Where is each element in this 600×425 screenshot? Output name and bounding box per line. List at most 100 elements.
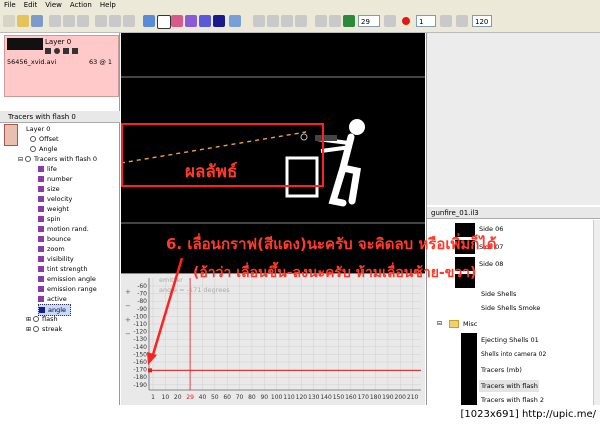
speed-input[interactable]: 1 <box>416 15 436 27</box>
menu-view[interactable]: View <box>41 0 66 11</box>
angle-keyframe <box>148 368 152 373</box>
tree-item-flash[interactable]: ⊞ flash <box>26 314 58 324</box>
property-icon <box>38 196 44 202</box>
library-item-tracers-with-flash[interactable]: Tracers with flash <box>479 380 539 392</box>
grid-icon[interactable] <box>213 15 225 27</box>
new-icon[interactable] <box>3 15 15 27</box>
graph-y-tick: -90 <box>137 306 147 313</box>
layer-camera-icon[interactable] <box>72 48 78 54</box>
angle-icon <box>30 146 36 152</box>
tree-item-active[interactable]: active <box>38 294 67 304</box>
property-icon <box>38 296 44 302</box>
zoom-in-icon[interactable] <box>253 15 265 27</box>
property-icon <box>38 166 44 172</box>
property-icon <box>38 266 44 272</box>
tree-item-visibility[interactable]: visibility <box>38 254 74 264</box>
tree-item-motion-rand[interactable]: motion rand. <box>38 224 89 234</box>
library-item-ejecting-shells[interactable]: Ejecting Shells 01 <box>481 336 539 344</box>
graph-zoom-icon: + <box>125 288 131 296</box>
collapse-misc-icon[interactable]: ⊟ <box>437 320 442 327</box>
record-icon[interactable] <box>402 17 410 25</box>
library-scrollbar[interactable] <box>593 220 600 405</box>
graph-x-tick: 100 <box>271 394 283 401</box>
play-icon[interactable] <box>343 15 355 27</box>
tree-item-weight[interactable]: weight <box>38 204 69 214</box>
save-icon[interactable] <box>31 15 43 27</box>
graph-y-tick: -70 <box>137 291 147 298</box>
pen-tool-icon[interactable] <box>143 15 155 27</box>
tree-item-velocity[interactable]: velocity <box>38 194 72 204</box>
rewind-icon[interactable] <box>315 15 327 27</box>
open-icon[interactable] <box>17 15 29 27</box>
library-item-tracers-mb[interactable]: Tracers (mb) <box>481 366 522 374</box>
tree-item-tint-strength[interactable]: tint strength <box>38 264 87 274</box>
graph-x-tick: 29 <box>186 394 194 401</box>
library-item-side-08[interactable]: Side 08 <box>479 260 503 268</box>
graph-x-tick: 20 <box>174 394 182 401</box>
tree-item-angle[interactable]: Angle <box>30 144 58 154</box>
fit-icon[interactable] <box>281 15 293 27</box>
layer-header[interactable]: Layer 0 56456_xvid.avi 63 @ 1 <box>4 35 119 97</box>
expand-icon[interactable]: ⊞ <box>26 316 31 323</box>
layer-lock-icon[interactable] <box>63 48 69 54</box>
layer-tool-icon[interactable] <box>199 15 211 27</box>
zoom-out-icon[interactable] <box>267 15 279 27</box>
cut-icon[interactable] <box>49 15 61 27</box>
undo-icon[interactable] <box>109 15 121 27</box>
graph-x-tick: 50 <box>211 394 219 401</box>
property-icon <box>38 176 44 182</box>
move-icon[interactable] <box>229 15 241 27</box>
delete-icon[interactable] <box>95 15 107 27</box>
tree-item-size[interactable]: size <box>38 184 60 194</box>
property-icon <box>38 216 44 222</box>
graph-x-tick: 140 <box>320 394 332 401</box>
select-tool-icon[interactable] <box>157 15 171 29</box>
graph-x-tick: 60 <box>223 394 231 401</box>
shape-tool-icon[interactable] <box>185 15 197 27</box>
graph-x-tick: 120 <box>296 394 308 401</box>
tree-item-layer[interactable]: Layer 0 <box>26 124 50 134</box>
speed-stepper-icon[interactable] <box>440 15 452 27</box>
layer-thumbnail <box>7 38 43 50</box>
frame-stepper-icon[interactable] <box>384 15 396 27</box>
expand-icon[interactable]: ⊞ <box>26 326 31 333</box>
emitter-node-icon <box>25 156 32 162</box>
menu-action[interactable]: Action <box>66 0 96 11</box>
tree-item-bounce[interactable]: bounce <box>38 234 71 244</box>
menu-help[interactable]: Help <box>96 0 120 11</box>
library-title: gunfire_01.il3 <box>427 207 600 219</box>
library-item-shells-into-camera[interactable]: Shells into camera 02 <box>481 351 546 358</box>
copy-icon[interactable] <box>63 15 75 27</box>
tree-item-emission-angle[interactable]: emission angle <box>38 274 96 284</box>
view-icon[interactable] <box>295 15 307 27</box>
stop-icon[interactable] <box>329 15 341 27</box>
fps-input[interactable]: 120 <box>472 15 492 27</box>
graph-editor[interactable]: -60 -70 -80 -90 -100 -110 -120 -130 -140 -150 -160… <box>121 273 425 405</box>
library-item-tracers-with-flash-2[interactable]: Tracers with flash 2 <box>481 396 544 404</box>
tree-item-zoom[interactable]: zoom <box>38 244 65 254</box>
redo-icon[interactable] <box>123 15 135 27</box>
layer-visibility-icon[interactable] <box>54 48 60 54</box>
library-folder-misc[interactable]: Misc <box>463 320 477 328</box>
collapse-icon[interactable]: ⊟ <box>18 156 23 163</box>
library-item-side-shells-smoke[interactable]: Side Shells Smoke <box>481 304 540 312</box>
menu-file[interactable]: File <box>0 0 20 11</box>
tree-item-life[interactable]: life <box>38 164 57 174</box>
library-item-side-shells[interactable]: Side Shells <box>481 290 516 298</box>
layer-icons <box>45 48 115 56</box>
folder-icon <box>449 320 459 328</box>
tree-item-emission-range[interactable]: emission range <box>38 284 97 294</box>
tree-item-number[interactable]: number <box>38 174 72 184</box>
paste-icon[interactable] <box>77 15 89 27</box>
layer-flag-icon[interactable] <box>45 48 51 54</box>
graph-x-tick: 40 <box>199 394 207 401</box>
tree-item-streak[interactable]: ⊞ streak <box>26 324 62 334</box>
frame-input[interactable]: 29 <box>358 15 380 27</box>
tree-item-spin[interactable]: spin <box>38 214 60 224</box>
graph-y-tick: -130 <box>133 336 147 343</box>
tree-item-offset[interactable]: Offset <box>30 134 59 144</box>
menu-edit[interactable]: Edit <box>20 0 42 11</box>
tree-item-tracers[interactable]: ⊟ Tracers with flash 0 <box>18 154 97 164</box>
paint-tool-icon[interactable] <box>171 15 183 27</box>
annotation-instruction-line1: 6. เลื่อนกราฟ(สีแดง)นะครับ จะคิดลบ หรือเ… <box>166 235 497 253</box>
